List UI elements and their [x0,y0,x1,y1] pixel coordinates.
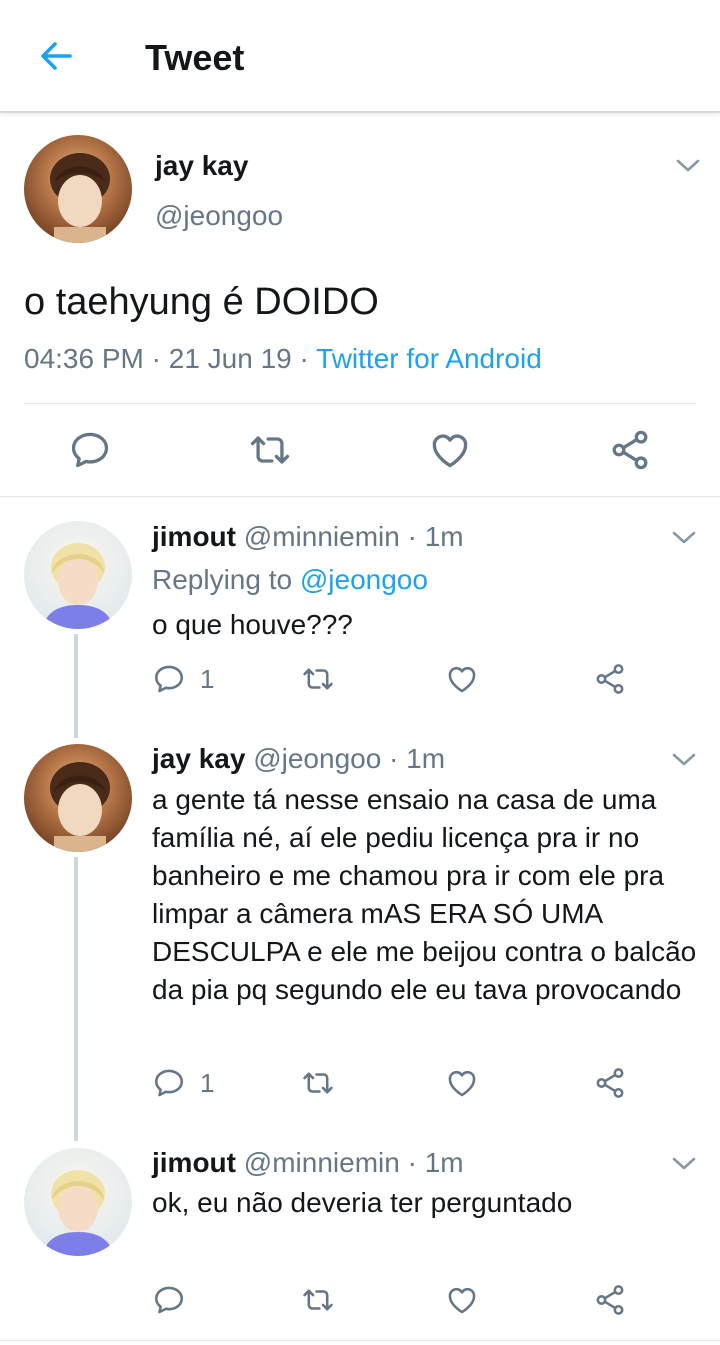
author-handle[interactable]: @minniemin [244,521,400,552]
avatar[interactable] [24,135,132,243]
reply-icon [152,1066,186,1100]
tweet-date: 21 Jun 19 [168,343,292,374]
author-name[interactable]: jay kay [152,743,245,774]
author-handle[interactable]: @minniemin [244,1147,400,1178]
retweet-icon [301,1283,335,1317]
author-handle[interactable]: @jeongoo [155,200,283,232]
share-button[interactable] [593,661,627,697]
mention-link[interactable]: @jeongoo [300,564,428,595]
reply-count: 1 [200,663,215,694]
thread-line [74,857,78,1141]
author-name[interactable]: jimout [152,521,236,552]
share-icon [593,1066,627,1100]
reply-header: jay kay @jeongoo · 1m [152,743,446,774]
retweet-button[interactable] [301,661,335,697]
thread-line [74,634,78,738]
author-handle[interactable]: @jeongoo [253,743,381,774]
reply-icon [152,1283,186,1317]
page-title: Tweet [145,37,245,78]
divider [0,1340,720,1341]
tweet-meta: 04:36 PM · 21 Jun 19 · Twitter for Andro… [24,342,542,376]
author-name[interactable]: jay kay [155,150,248,182]
avatar[interactable] [24,1148,132,1256]
back-arrow-icon[interactable] [36,36,76,76]
divider [24,403,696,404]
tweet-text: o taehyung é DOIDO [24,281,379,323]
share-button[interactable] [593,1282,627,1318]
meta-separator: · [291,343,317,374]
share-icon [593,662,627,696]
share-icon [593,1283,627,1317]
reply-time: 1m [406,743,446,774]
like-icon[interactable] [428,428,472,472]
like-icon [445,662,479,696]
reply-time: 1m [424,1147,464,1178]
like-icon [445,1066,479,1100]
reply-button[interactable] [152,1282,186,1318]
chevron-down-icon[interactable] [671,530,697,546]
replying-to: Replying to @jeongoo [152,563,428,597]
chevron-down-icon[interactable] [671,752,697,768]
replying-label: Replying to [152,564,293,595]
chevron-down-icon[interactable] [671,1156,697,1172]
top-bar: Tweet [0,0,720,113]
reply-icon [152,662,186,696]
retweet-icon[interactable] [248,428,292,472]
avatar[interactable] [24,521,132,629]
share-icon[interactable] [608,428,652,472]
share-button[interactable] [593,1065,627,1101]
retweet-button[interactable] [301,1065,335,1101]
reply-button[interactable]: 1 [152,1065,214,1101]
divider [0,496,720,497]
reply-header: jimout @minniemin · 1m [152,521,464,552]
like-button[interactable] [445,1282,479,1318]
reply-text: a gente tá nesse ensaio na casa de uma f… [152,784,697,1005]
reply-header: jimout @minniemin · 1m [152,1147,464,1178]
retweet-icon [301,662,335,696]
tweet-time: 04:36 PM [24,343,144,374]
chevron-down-icon[interactable] [675,158,701,174]
reply-button[interactable]: 1 [152,661,214,697]
reply-text: o que houve??? [152,609,353,640]
tweet-source-link[interactable]: Twitter for Android [316,343,542,374]
author-name[interactable]: jimout [152,1147,236,1178]
retweet-icon [301,1066,335,1100]
reply-time: 1m [424,521,464,552]
reply-text: ok, eu não deveria ter perguntado [152,1187,573,1218]
reply-count: 1 [200,1067,215,1098]
meta-separator: · [143,343,169,374]
reply-icon[interactable] [68,428,112,472]
like-icon [445,1283,479,1317]
like-button[interactable] [445,1065,479,1101]
avatar[interactable] [24,744,132,852]
like-button[interactable] [445,661,479,697]
retweet-button[interactable] [301,1282,335,1318]
